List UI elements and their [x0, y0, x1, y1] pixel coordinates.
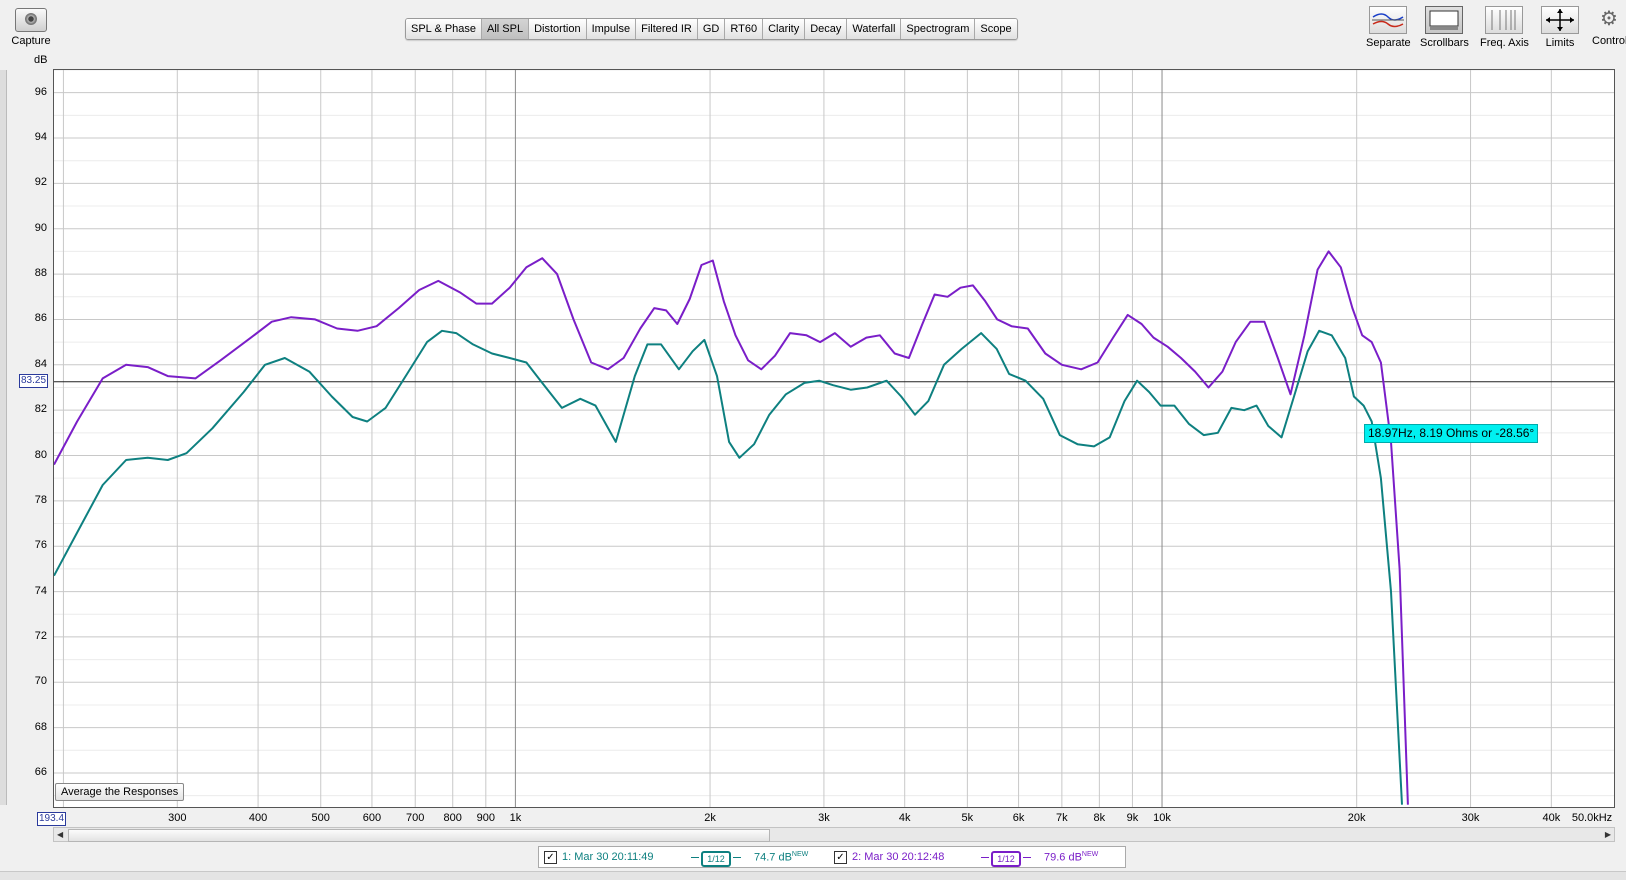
- x-tick-label: 6k: [1012, 812, 1025, 824]
- tab-scope[interactable]: Scope: [975, 19, 1017, 39]
- y-tick-label: 92: [34, 176, 47, 189]
- limits-icon: [1541, 6, 1579, 34]
- series-1-line: [53, 329, 1403, 805]
- series-2-line-swatch-right: [1023, 857, 1031, 858]
- y-tick-label: 74: [34, 584, 47, 597]
- y-tick-label: 84: [34, 357, 47, 370]
- x-tick-label: 3k: [818, 812, 830, 824]
- x-tick-label: 40k: [1542, 812, 1561, 824]
- series-2-level-value: 79.6 dB: [1044, 851, 1082, 864]
- y-tick-label: 88: [34, 267, 47, 280]
- x-tick-label: 10k: [1153, 812, 1171, 824]
- x-tick-label: 800: [443, 812, 462, 824]
- series-1-new-tag: NEW: [791, 851, 809, 858]
- freq-axis-button[interactable]: Freq. Axis: [1480, 6, 1529, 49]
- y-tick-label: 80: [34, 448, 47, 461]
- y-tick-label: 70: [34, 675, 47, 688]
- y-tick-label: 86: [34, 312, 47, 325]
- scroll-right-icon[interactable]: ▶: [1605, 830, 1611, 839]
- y-tick-label: 96: [34, 85, 47, 98]
- y-cursor-value: 83.25: [19, 374, 49, 388]
- x-tick-label: 500: [311, 812, 330, 824]
- gear-icon: ⚙: [1600, 8, 1618, 30]
- x-tick-label: 50.0kHz: [1571, 812, 1613, 824]
- series-2-smoothing[interactable]: 1/12: [991, 851, 1021, 867]
- tab-spl-phase[interactable]: SPL & Phase: [406, 19, 483, 39]
- scroll-left-icon[interactable]: ◀: [57, 830, 63, 839]
- x-tick-label: 5k: [961, 812, 974, 824]
- scrollbars-label: Scrollbars: [1420, 37, 1469, 49]
- x-tick-label: 2k: [704, 812, 716, 824]
- scroll-thumb[interactable]: [68, 829, 770, 842]
- separate-button[interactable]: Separate: [1366, 6, 1411, 49]
- y-tick-label: 66: [34, 765, 47, 778]
- freq-axis-label: Freq. Axis: [1480, 37, 1529, 49]
- series-1-label[interactable]: 1: Mar 30 20:11:49: [562, 851, 654, 863]
- tab-distortion[interactable]: Distortion: [529, 19, 587, 39]
- series-1-smoothing[interactable]: 1/12: [701, 851, 731, 867]
- x-tick-label: 900: [476, 812, 495, 824]
- tab-spectrogram[interactable]: Spectrogram: [901, 19, 976, 39]
- graph-tabs: SPL & Phase All SPL Distortion Impulse F…: [405, 18, 1018, 40]
- y-tick-label: 68: [34, 720, 47, 733]
- series-2-checkbox[interactable]: ✓: [834, 851, 847, 864]
- series-1-line-swatch-right: [733, 857, 741, 858]
- separate-icon: [1369, 6, 1408, 34]
- y-tick-label: 82: [34, 403, 47, 416]
- series-2-label[interactable]: 2: Mar 30 20:12:48: [852, 851, 944, 863]
- y-tick-label: 94: [34, 131, 47, 144]
- y-tick-label: 78: [34, 493, 47, 506]
- legend-bar: ✓ 1: Mar 30 20:11:49 1/12 74.7 dBNEW ✓ 2…: [538, 846, 1126, 868]
- freq-axis-icon: [1485, 6, 1524, 34]
- tab-filtered-ir[interactable]: Filtered IR: [636, 19, 698, 39]
- tab-gd[interactable]: GD: [697, 19, 726, 39]
- x-tick-label: 4k: [898, 812, 911, 824]
- x-tick-label: 600: [362, 812, 382, 824]
- camera-icon: [15, 8, 47, 32]
- series-2-line: [53, 250, 1409, 805]
- y-unit-label: dB: [34, 54, 48, 66]
- limits-label: Limits: [1545, 37, 1575, 49]
- scrollbars-icon: [1425, 6, 1464, 34]
- series-1-level-value: 74.7 dB: [754, 851, 792, 864]
- tab-impulse[interactable]: Impulse: [586, 19, 637, 39]
- cursor-tooltip: 18.97Hz, 8.19 Ohms or -28.56°: [1364, 424, 1539, 443]
- x-tick-label: 30k: [1461, 812, 1480, 824]
- x-cursor-value: 193.4: [37, 812, 67, 826]
- separate-label: Separate: [1366, 37, 1411, 49]
- capture-button[interactable]: Capture: [8, 8, 54, 47]
- horizontal-scrollbar[interactable]: ◀ ▶: [53, 827, 1615, 842]
- tab-clarity[interactable]: Clarity: [763, 19, 806, 39]
- controls-button[interactable]: ⚙ Controls: [1592, 6, 1626, 47]
- series-1-checkbox[interactable]: ✓: [544, 851, 557, 864]
- x-tick-label: 8k: [1093, 812, 1106, 824]
- x-tick-label: 20k: [1347, 812, 1366, 824]
- tab-decay[interactable]: Decay: [805, 19, 848, 39]
- tab-waterfall[interactable]: Waterfall: [847, 19, 902, 39]
- series-1-line-swatch: [691, 857, 699, 858]
- tab-rt60[interactable]: RT60: [725, 19, 764, 39]
- series-2-line-swatch: [981, 857, 989, 858]
- x-tick-label: 1k: [509, 812, 522, 824]
- y-tick-label: 76: [34, 539, 47, 552]
- series-2-new-tag: NEW: [1081, 851, 1099, 858]
- y-tick-label: 72: [34, 629, 47, 642]
- scrollbars-button[interactable]: Scrollbars: [1420, 6, 1469, 49]
- controls-label: Controls: [1592, 35, 1626, 47]
- x-tick-label: 7k: [1056, 812, 1068, 824]
- capture-label: Capture: [11, 35, 51, 47]
- x-tick-label: 300: [168, 812, 187, 824]
- x-tick-label: 9k: [1126, 812, 1139, 824]
- y-tick-label: 90: [34, 221, 47, 234]
- tab-all-spl[interactable]: All SPL: [482, 19, 530, 39]
- average-responses-button[interactable]: Average the Responses: [55, 783, 185, 801]
- series-1-level: 74.7 dBNEW: [754, 851, 808, 864]
- limits-button[interactable]: Limits: [1541, 6, 1579, 49]
- series-2-level: 79.6 dBNEW: [1044, 851, 1098, 864]
- x-tick-label: 400: [248, 812, 268, 824]
- x-tick-label: 700: [406, 812, 425, 824]
